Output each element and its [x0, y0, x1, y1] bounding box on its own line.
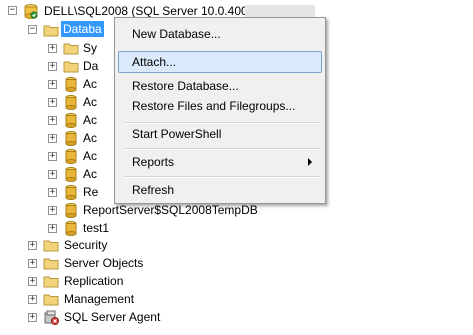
database-node-label[interactable]: Da — [81, 58, 100, 74]
database-icon — [65, 77, 77, 92]
expand-node-expander[interactable]: + — [48, 170, 57, 179]
database-node-label[interactable]: Ac — [81, 112, 99, 128]
expand-node-expander[interactable]: + — [28, 313, 37, 322]
database-icon — [65, 131, 77, 146]
expand-node-expander[interactable]: + — [48, 80, 57, 89]
database-node-label[interactable]: Ac — [81, 130, 99, 146]
expand-node-expander[interactable]: + — [48, 224, 57, 233]
database-node-label[interactable]: test1 — [81, 220, 111, 236]
database-icon — [65, 203, 77, 218]
database-icon — [65, 221, 77, 236]
folder-icon — [43, 25, 59, 37]
menu-item-refresh[interactable]: Refresh — [118, 179, 322, 201]
tree-node-label[interactable]: SQL Server Agent — [62, 309, 162, 325]
expand-node-expander[interactable]: + — [48, 98, 57, 107]
tree-node-label[interactable]: Management — [62, 291, 136, 307]
menu-item-new-database[interactable]: New Database... — [118, 23, 322, 45]
menu-separator — [123, 148, 321, 150]
folder-icon — [43, 294, 59, 306]
folder-icon — [43, 258, 59, 270]
expand-node-expander[interactable]: + — [48, 206, 57, 215]
expand-node-expander[interactable]: + — [48, 152, 57, 161]
folder-icon — [43, 276, 59, 288]
submenu-arrow-icon — [308, 158, 312, 166]
server-icon — [24, 4, 38, 19]
folder-icon — [63, 43, 79, 55]
database-node-label[interactable]: Sy — [81, 40, 99, 56]
menu-item-attach[interactable]: Attach... — [118, 51, 322, 73]
expand-node-expander[interactable]: + — [48, 116, 57, 125]
tree-node-label[interactable]: Replication — [62, 273, 125, 289]
database-node-label[interactable]: Ac — [81, 76, 99, 92]
expand-node-expander[interactable]: + — [48, 188, 57, 197]
sql-agent-icon — [44, 310, 59, 325]
collapse-server-expander[interactable]: − — [8, 6, 17, 15]
folder-icon — [63, 61, 79, 73]
database-node-label[interactable]: Ac — [81, 94, 99, 110]
expand-node-expander[interactable]: + — [28, 295, 37, 304]
expand-node-expander[interactable]: + — [28, 277, 37, 286]
database-icon — [65, 113, 77, 128]
menu-item-start-powershell[interactable]: Start PowerShell — [118, 123, 322, 145]
database-icon — [65, 149, 77, 164]
database-node-label[interactable]: Re — [81, 184, 100, 200]
database-icon — [65, 95, 77, 110]
expand-node-expander[interactable]: + — [28, 241, 37, 250]
menu-item-reports[interactable]: Reports — [118, 151, 322, 173]
menu-separator — [123, 176, 321, 178]
expand-node-expander[interactable]: + — [48, 44, 57, 53]
menu-item-restore-database[interactable]: Restore Database... — [118, 75, 322, 97]
expand-node-expander[interactable]: + — [48, 62, 57, 71]
menu-item-reports-label: Reports — [132, 155, 175, 169]
context-menu: New Database... Attach... Restore Databa… — [114, 17, 326, 204]
databases-node-label[interactable]: Databa — [61, 21, 104, 37]
collapse-databases-expander[interactable]: − — [28, 25, 37, 34]
database-node-label[interactable]: Ac — [81, 148, 99, 164]
menu-item-restore-files-filegroups[interactable]: Restore Files and Filegroups... — [118, 95, 322, 117]
database-node-label[interactable]: Ac — [81, 166, 99, 182]
folder-icon — [43, 240, 59, 252]
database-node-label[interactable]: ReportServer$SQL2008TempDB — [81, 202, 260, 218]
tree-node-label[interactable]: Security — [62, 237, 109, 253]
expand-node-expander[interactable]: + — [28, 259, 37, 268]
tree-node-label[interactable]: Server Objects — [62, 255, 145, 271]
expand-node-expander[interactable]: + — [48, 134, 57, 143]
database-icon — [65, 185, 77, 200]
database-icon — [65, 167, 77, 182]
